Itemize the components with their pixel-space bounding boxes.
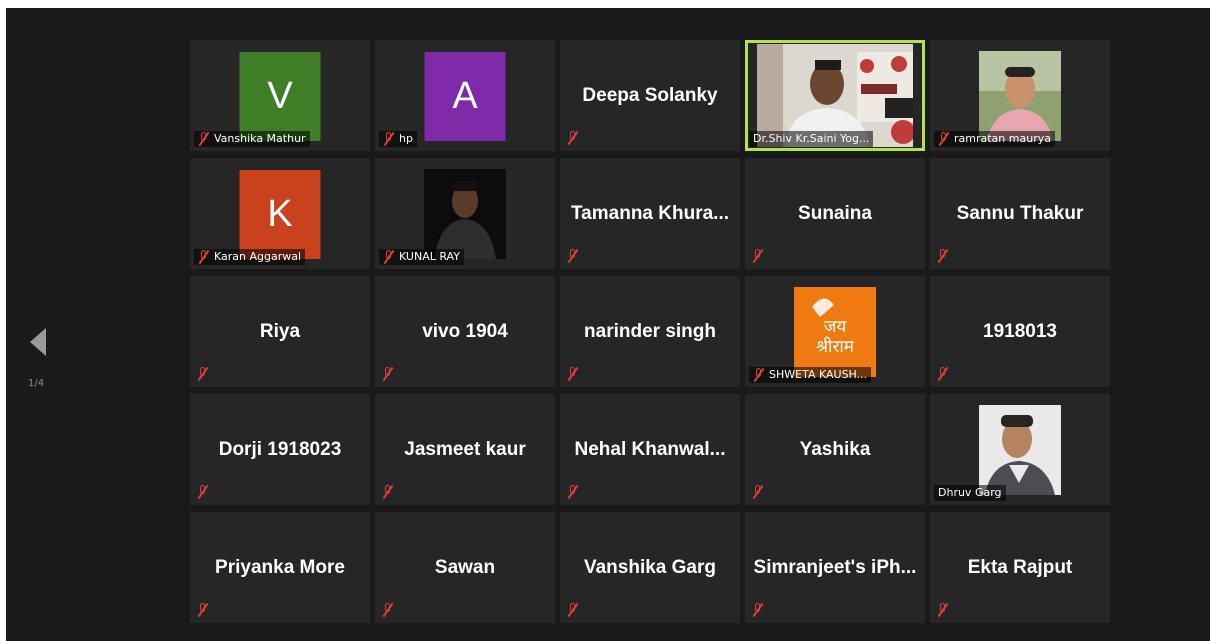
participant-name: Sunaina	[798, 202, 872, 224]
participant-name: Jasmeet kaur	[404, 438, 526, 460]
participant-tile[interactable]: Tamanna Khura...	[560, 158, 740, 269]
muted-mic-icon	[383, 131, 395, 147]
participant-tile[interactable]: Dorji 1918023	[190, 394, 370, 505]
muted-mic-icon	[382, 602, 394, 618]
muted-mic-icon	[383, 249, 395, 265]
page-indicator: 1/4	[28, 378, 45, 389]
participant-tile[interactable]: ramratan maurya	[930, 40, 1110, 151]
participant-name: Priyanka More	[215, 556, 345, 578]
participant-name-label: ramratan maurya	[934, 131, 1055, 147]
participant-name: Sawan	[434, 556, 496, 578]
participant-grid: V Vanshika Mathur A hp Deepa Solanky Dr.…	[190, 40, 1110, 623]
participant-name-label: hp	[379, 131, 417, 147]
participant-tile[interactable]: जय श्रीराम SHWETA KAUSH...	[745, 276, 925, 387]
participant-name-label: Karan Aggarwal	[194, 249, 306, 265]
participant-tile[interactable]: vivo 1904	[375, 276, 555, 387]
participant-name: Dorji 1918023	[218, 438, 342, 460]
participant-tile[interactable]: Deepa Solanky	[560, 40, 740, 151]
participant-tile[interactable]: Ekta Rajput	[930, 512, 1110, 623]
participant-name: narinder singh	[584, 320, 716, 342]
muted-mic-icon	[752, 602, 764, 618]
participant-tile[interactable]: Sunaina	[745, 158, 925, 269]
participant-tile[interactable]: V Vanshika Mathur	[190, 40, 370, 151]
participant-name: Tamanna Khura...	[570, 202, 729, 224]
profile-photo	[424, 169, 506, 259]
participant-tile[interactable]: Yashika	[745, 394, 925, 505]
avatar: V	[239, 52, 321, 141]
previous-page-button[interactable]: 1/4	[22, 326, 52, 396]
muted-mic-icon	[567, 248, 579, 264]
muted-mic-icon	[198, 131, 210, 147]
participant-name: Sannu Thakur	[956, 202, 1084, 224]
participant-name: Riya	[259, 320, 301, 342]
participant-tile[interactable]: Vanshika Garg	[560, 512, 740, 623]
muted-mic-icon	[752, 248, 764, 264]
participant-name: Ekta Rajput	[967, 556, 1073, 578]
participant-name: Vanshika Garg	[583, 556, 716, 578]
participant-tile[interactable]: 1918013	[930, 276, 1110, 387]
profile-photo	[979, 51, 1061, 141]
muted-mic-icon	[567, 484, 579, 500]
participant-name: Deepa Solanky	[582, 84, 718, 106]
participant-name-label: Vanshika Mathur	[194, 131, 310, 147]
muted-mic-icon	[567, 602, 579, 618]
muted-mic-icon	[567, 130, 579, 146]
participant-tile[interactable]: Dhruv Garg	[930, 394, 1110, 505]
participant-tile[interactable]: Sannu Thakur	[930, 158, 1110, 269]
participant-tile[interactable]: Simranjeet's iPh...	[745, 512, 925, 623]
participant-tile[interactable]: K Karan Aggarwal	[190, 158, 370, 269]
participant-tile[interactable]: Priyanka More	[190, 512, 370, 623]
muted-mic-icon	[752, 484, 764, 500]
participant-tile[interactable]: narinder singh	[560, 276, 740, 387]
muted-mic-icon	[567, 366, 579, 382]
muted-mic-icon	[753, 367, 765, 383]
participant-name: Simranjeet's iPh...	[753, 556, 917, 578]
participant-tile[interactable]: KUNAL RAY	[375, 158, 555, 269]
participant-tile[interactable]: Nehal Khanwal...	[560, 394, 740, 505]
participant-name: Yashika	[799, 438, 871, 460]
muted-mic-icon	[382, 366, 394, 382]
muted-mic-icon	[938, 131, 950, 147]
image-caption: जय श्रीराम	[816, 317, 854, 357]
muted-mic-icon	[197, 484, 209, 500]
avatar: K	[239, 170, 321, 259]
participant-tile[interactable]: Riya	[190, 276, 370, 387]
muted-mic-icon	[197, 602, 209, 618]
profile-photo: जय श्रीराम	[794, 287, 876, 377]
muted-mic-icon	[937, 248, 949, 264]
profile-photo	[979, 405, 1061, 495]
participant-tile[interactable]: A hp	[375, 40, 555, 151]
participant-name-label: Dr.Shiv Kr.Saini Yog...	[749, 131, 874, 147]
participant-tile-active-speaker[interactable]: Dr.Shiv Kr.Saini Yog...	[745, 40, 925, 151]
muted-mic-icon	[937, 602, 949, 618]
participant-tile[interactable]: Jasmeet kaur	[375, 394, 555, 505]
participant-name: Nehal Khanwal...	[574, 438, 726, 460]
participant-name: 1918013	[983, 320, 1057, 342]
muted-mic-icon	[198, 249, 210, 265]
muted-mic-icon	[382, 484, 394, 500]
chevron-left-icon	[30, 328, 46, 356]
participant-tile[interactable]: Sawan	[375, 512, 555, 623]
avatar: A	[424, 52, 506, 141]
participant-name-label: Dhruv Garg	[934, 485, 1006, 501]
participant-name-label: SHWETA KAUSH...	[749, 367, 872, 383]
participant-name-label: KUNAL RAY	[379, 249, 464, 265]
participant-name: vivo 1904	[422, 320, 508, 342]
muted-mic-icon	[937, 366, 949, 382]
muted-mic-icon	[197, 366, 209, 382]
